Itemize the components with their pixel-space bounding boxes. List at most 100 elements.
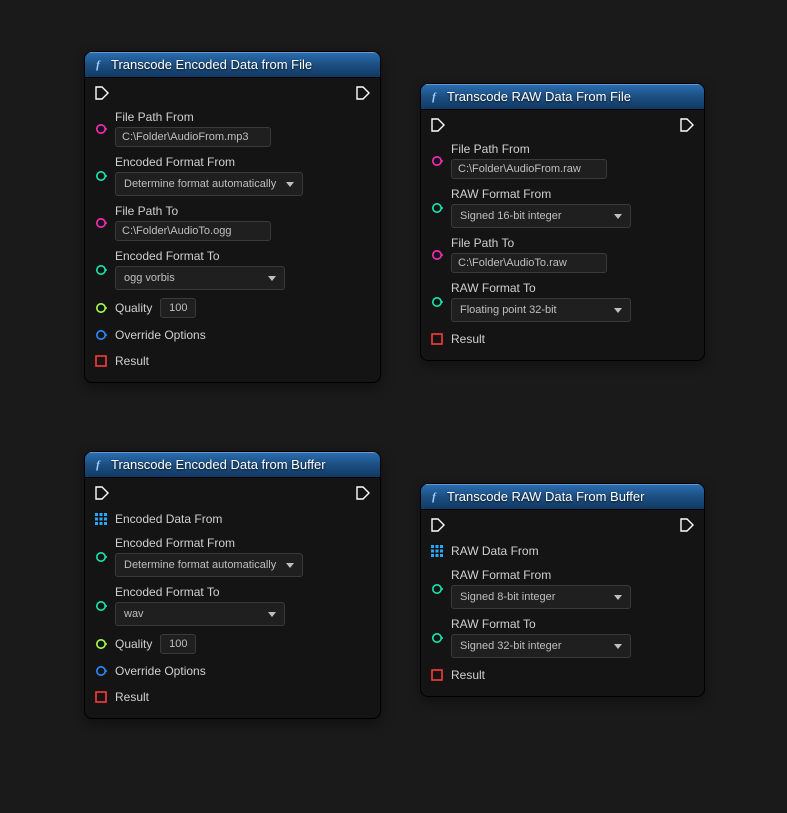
input-file-path-to[interactable]: [115, 221, 271, 241]
label-override-options: Override Options: [115, 664, 206, 678]
exec-in-pin[interactable]: [431, 518, 445, 532]
chevron-down-icon: [614, 644, 622, 649]
exec-out-pin[interactable]: [356, 86, 370, 100]
node-transcode-raw-file[interactable]: f Transcode RAW Data From File File Path…: [420, 83, 705, 361]
node-body: File Path From RAW Format From Signed 16…: [421, 110, 704, 360]
label-result: Result: [451, 332, 485, 346]
pin-encoded-format-to[interactable]: [95, 600, 107, 612]
dropdown-encoded-format-to[interactable]: ogg vorbis: [115, 266, 285, 290]
label-raw-format-to: RAW Format To: [451, 617, 631, 631]
input-quality[interactable]: [160, 634, 196, 654]
label-raw-format-from: RAW Format From: [451, 568, 631, 582]
exec-in-pin[interactable]: [95, 486, 109, 500]
chevron-down-icon: [268, 276, 276, 281]
node-title: Transcode RAW Data From File: [447, 89, 631, 104]
input-file-path-from[interactable]: [451, 159, 607, 179]
label-result: Result: [115, 690, 149, 704]
dropdown-value: Signed 16-bit integer: [460, 210, 562, 222]
label-quality: Quality: [115, 637, 152, 651]
exec-in-pin[interactable]: [431, 118, 445, 132]
label-encoded-format-from: Encoded Format From: [115, 155, 303, 169]
pin-raw-format-from[interactable]: [431, 583, 443, 595]
dropdown-value: Floating point 32-bit: [460, 304, 557, 316]
node-body: Encoded Data From Encoded Format From De…: [85, 478, 380, 718]
dropdown-value: Determine format automatically: [124, 178, 276, 190]
dropdown-value: wav: [124, 608, 144, 620]
pin-file-path-to[interactable]: [431, 249, 443, 261]
label-file-path-to: File Path To: [115, 204, 271, 218]
label-file-path-to: File Path To: [451, 236, 607, 250]
node-header[interactable]: f Transcode RAW Data From File: [421, 84, 704, 110]
pin-quality[interactable]: [95, 638, 107, 650]
label-encoded-format-to: Encoded Format To: [115, 585, 285, 599]
label-raw-data-from: RAW Data From: [451, 544, 539, 558]
dropdown-raw-format-from[interactable]: Signed 8-bit integer: [451, 585, 631, 609]
pin-result[interactable]: [431, 669, 443, 681]
dropdown-value: Signed 32-bit integer: [460, 640, 562, 652]
chevron-down-icon: [286, 563, 294, 568]
node-header[interactable]: f Transcode Encoded Data from File: [85, 52, 380, 78]
dropdown-raw-format-to[interactable]: Floating point 32-bit: [451, 298, 631, 322]
chevron-down-icon: [268, 612, 276, 617]
label-raw-format-from: RAW Format From: [451, 187, 631, 201]
pin-file-path-from[interactable]: [431, 155, 443, 167]
pin-result[interactable]: [95, 355, 107, 367]
function-icon: f: [427, 490, 441, 504]
input-file-path-to[interactable]: [451, 253, 607, 273]
label-quality: Quality: [115, 301, 152, 315]
pin-file-path-to[interactable]: [95, 217, 107, 229]
pin-raw-format-from[interactable]: [431, 202, 443, 214]
pin-raw-data-from[interactable]: [431, 545, 443, 557]
label-raw-format-to: RAW Format To: [451, 281, 631, 295]
dropdown-raw-format-from[interactable]: Signed 16-bit integer: [451, 204, 631, 228]
pin-result[interactable]: [95, 691, 107, 703]
pin-encoded-data-from[interactable]: [95, 513, 107, 525]
chevron-down-icon: [614, 595, 622, 600]
label-file-path-from: File Path From: [451, 142, 607, 156]
label-override-options: Override Options: [115, 328, 206, 342]
input-file-path-from[interactable]: [115, 127, 271, 147]
exec-in-pin[interactable]: [95, 86, 109, 100]
dropdown-value: ogg vorbis: [124, 272, 175, 284]
pin-result[interactable]: [431, 333, 443, 345]
pin-file-path-from[interactable]: [95, 123, 107, 135]
chevron-down-icon: [614, 214, 622, 219]
function-icon: f: [91, 58, 105, 72]
node-transcode-raw-buffer[interactable]: f Transcode RAW Data From Buffer RAW Dat…: [420, 483, 705, 697]
node-header[interactable]: f Transcode Encoded Data from Buffer: [85, 452, 380, 478]
node-header[interactable]: f Transcode RAW Data From Buffer: [421, 484, 704, 510]
node-body: RAW Data From RAW Format From Signed 8-b…: [421, 510, 704, 696]
function-icon: f: [91, 458, 105, 472]
node-title: Transcode RAW Data From Buffer: [447, 489, 644, 504]
pin-raw-format-to[interactable]: [431, 632, 443, 644]
node-title: Transcode Encoded Data from Buffer: [111, 457, 326, 472]
node-transcode-encoded-buffer[interactable]: f Transcode Encoded Data from Buffer Enc…: [84, 451, 381, 719]
input-quality[interactable]: [160, 298, 196, 318]
node-transcode-encoded-file[interactable]: f Transcode Encoded Data from File File …: [84, 51, 381, 383]
dropdown-value: Signed 8-bit integer: [460, 591, 555, 603]
dropdown-encoded-format-from[interactable]: Determine format automatically: [115, 172, 303, 196]
pin-encoded-format-from[interactable]: [95, 170, 107, 182]
label-result: Result: [451, 668, 485, 682]
chevron-down-icon: [286, 182, 294, 187]
label-result: Result: [115, 354, 149, 368]
label-file-path-from: File Path From: [115, 110, 271, 124]
pin-encoded-format-to[interactable]: [95, 264, 107, 276]
exec-out-pin[interactable]: [680, 518, 694, 532]
dropdown-value: Determine format automatically: [124, 559, 276, 571]
pin-override-options[interactable]: [95, 329, 107, 341]
pin-quality[interactable]: [95, 302, 107, 314]
dropdown-encoded-format-to[interactable]: wav: [115, 602, 285, 626]
label-encoded-data-from: Encoded Data From: [115, 512, 222, 526]
node-body: File Path From Encoded Format From Deter…: [85, 78, 380, 382]
dropdown-encoded-format-from[interactable]: Determine format automatically: [115, 553, 303, 577]
node-title: Transcode Encoded Data from File: [111, 57, 312, 72]
label-encoded-format-from: Encoded Format From: [115, 536, 303, 550]
dropdown-raw-format-to[interactable]: Signed 32-bit integer: [451, 634, 631, 658]
function-icon: f: [427, 90, 441, 104]
pin-encoded-format-from[interactable]: [95, 551, 107, 563]
pin-raw-format-to[interactable]: [431, 296, 443, 308]
pin-override-options[interactable]: [95, 665, 107, 677]
exec-out-pin[interactable]: [356, 486, 370, 500]
exec-out-pin[interactable]: [680, 118, 694, 132]
